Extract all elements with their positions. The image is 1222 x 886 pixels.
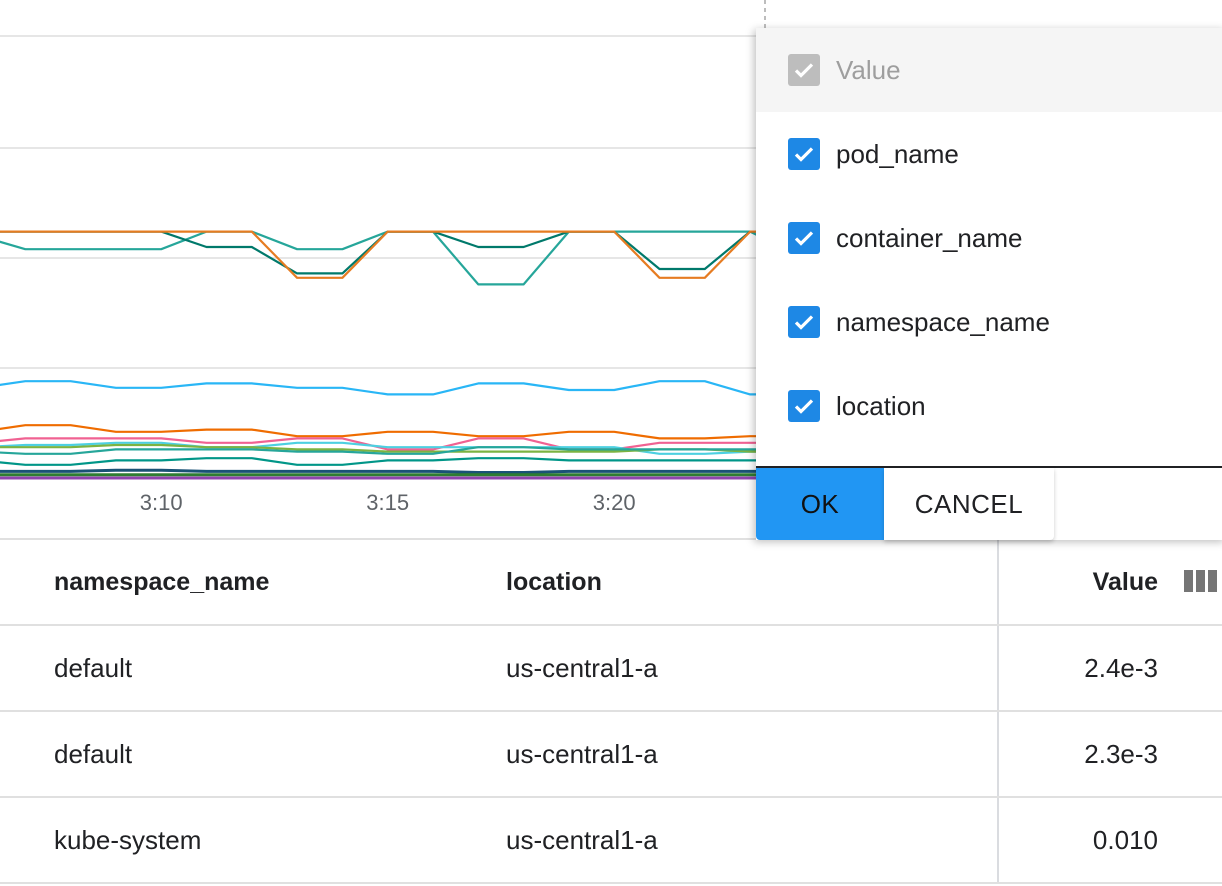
table-row[interactable]: kube-system us-central1-a 0.010 [0, 798, 1222, 884]
x-axis-ticks: 3:10 3:15 3:20 [140, 490, 636, 515]
column-header-location[interactable]: location [506, 540, 602, 624]
view-column-icon[interactable] [1184, 570, 1218, 592]
checkbox-value [788, 54, 820, 86]
column-divider [997, 626, 999, 710]
option-label: container_name [836, 222, 1023, 253]
column-header-value[interactable]: Value [998, 540, 1158, 624]
metrics-explorer: 3:10 3:15 3:20 namespace_name location Val… [0, 0, 1222, 886]
column-chooser-menu: Value pod_name container_name namespace_… [756, 28, 1222, 540]
x-tick-label: 3:20 [593, 490, 636, 515]
cancel-button[interactable]: CANCEL [884, 468, 1054, 540]
column-divider [997, 712, 999, 796]
column-divider [997, 798, 999, 882]
cell-value: 2.4e-3 [1084, 653, 1158, 683]
table-row[interactable]: default us-central1-a 2.4e-3 [0, 626, 1222, 712]
option-pod-name[interactable]: pod_name [756, 112, 1222, 196]
check-icon [794, 399, 814, 414]
option-value: Value [756, 28, 1222, 112]
cell-namespace-name: kube-system [54, 825, 202, 855]
check-icon [794, 63, 814, 78]
option-label: pod_name [836, 138, 959, 169]
cell-value: 0.010 [1092, 825, 1158, 855]
option-label: location [836, 390, 926, 421]
option-container-name[interactable]: container_name [756, 196, 1222, 280]
option-location[interactable]: location [756, 364, 1222, 448]
checkbox-pod-name[interactable] [788, 138, 820, 170]
table-row[interactable]: default us-central1-a 2.3e-3 [0, 712, 1222, 798]
cell-namespace-name: default [54, 739, 133, 769]
cell-namespace-name: default [54, 653, 133, 683]
option-namespace-name[interactable]: namespace_name [756, 280, 1222, 364]
cell-location: us-central1-a [506, 739, 658, 769]
cell-location: us-central1-a [506, 653, 658, 683]
checkbox-container-name[interactable] [788, 222, 820, 254]
cell-value: 2.3e-3 [1084, 739, 1158, 769]
column-divider [997, 540, 999, 624]
check-icon [794, 231, 814, 246]
column-header-namespace-name[interactable]: namespace_name [54, 540, 269, 624]
check-icon [794, 315, 814, 330]
check-icon [794, 147, 814, 162]
option-label: namespace_name [836, 306, 1050, 337]
ok-button[interactable]: OK [756, 468, 884, 540]
results-table: namespace_name location Value default us… [0, 540, 1222, 884]
table-header-row: namespace_name location Value [0, 540, 1222, 626]
x-tick-label: 3:10 [140, 490, 183, 515]
checkbox-namespace-name[interactable] [788, 306, 820, 338]
checkbox-location[interactable] [788, 390, 820, 422]
option-label: Value [836, 54, 901, 85]
cell-location: us-central1-a [506, 825, 658, 855]
x-tick-label: 3:15 [366, 490, 409, 515]
